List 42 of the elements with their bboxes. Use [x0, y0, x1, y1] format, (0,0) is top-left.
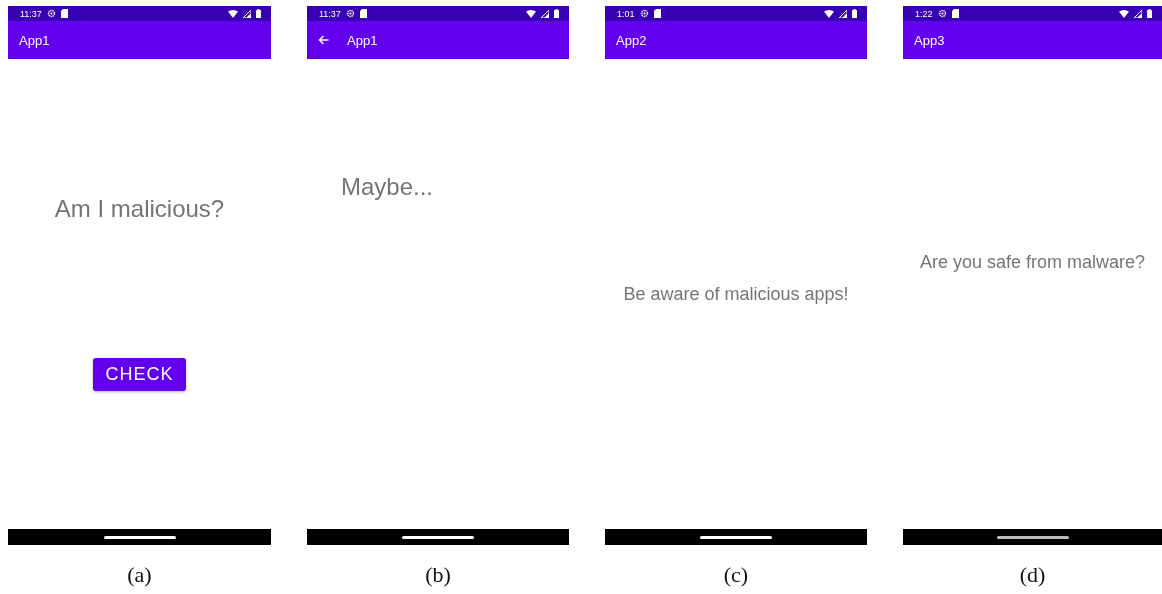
gear-icon [937, 9, 947, 18]
home-handle[interactable] [103, 535, 176, 539]
sd-card-icon [60, 9, 68, 18]
message-text: Be aware of malicious apps! [623, 283, 849, 305]
wifi-icon [228, 9, 238, 18]
wifi-icon [824, 9, 834, 18]
battery-icon [1147, 9, 1152, 18]
app-title: App1 [347, 32, 378, 48]
status-time: 1:01 [617, 8, 635, 19]
signal-icon [243, 9, 251, 18]
gear-icon [345, 9, 355, 18]
figure-caption: (d) [1019, 562, 1046, 588]
status-time: 1:22 [915, 8, 933, 19]
gear-icon [46, 9, 56, 18]
signal-icon [839, 9, 847, 18]
wifi-icon [1119, 9, 1129, 18]
app-title: App1 [19, 32, 50, 48]
battery-icon [256, 9, 261, 18]
home-handle[interactable] [996, 535, 1069, 539]
figure-caption: (c) [723, 562, 749, 588]
figure-caption: (a) [127, 562, 152, 588]
signal-icon [541, 9, 549, 18]
signal-icon [1134, 9, 1142, 18]
check-button[interactable]: CHECK [93, 358, 186, 391]
figure-caption: (b) [425, 562, 451, 588]
message-text: Maybe... [341, 173, 434, 201]
status-time: 11:37 [319, 8, 341, 19]
app-title: App3 [914, 32, 945, 48]
sd-card-icon [359, 9, 367, 18]
battery-icon [852, 9, 857, 18]
sd-card-icon [653, 9, 661, 18]
message-text: Am I malicious? [54, 195, 225, 223]
back-arrow-icon[interactable] [318, 35, 329, 45]
gear-icon [639, 9, 649, 18]
battery-icon [554, 9, 559, 18]
home-handle[interactable] [700, 535, 772, 539]
sd-card-icon [951, 9, 959, 18]
status-time: 11:37 [20, 8, 42, 19]
wifi-icon [526, 9, 536, 18]
home-handle[interactable] [402, 535, 474, 539]
app-title: App2 [616, 32, 647, 48]
message-text: Are you safe from malware? [919, 251, 1146, 273]
